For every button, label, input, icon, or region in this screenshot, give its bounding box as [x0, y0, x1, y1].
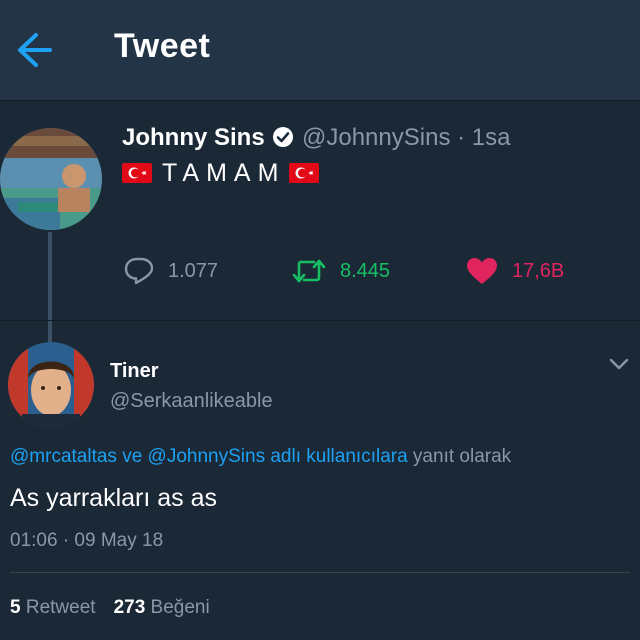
parent-tweet-word: TAMAM: [162, 158, 286, 187]
retweet-stat-label: Retweet: [20, 597, 96, 618]
author-handle[interactable]: @Serkaanlikeable: [110, 390, 273, 413]
tweet-timestamp: 01:06 · 09 May 18: [10, 530, 164, 551]
parent-author-handle[interactable]: @JohnnySins · 1sa: [302, 124, 510, 152]
mention-joiner[interactable]: ve: [117, 446, 148, 467]
retweet-stat[interactable]: 5 Retweet: [10, 597, 96, 618]
tweet-text: As yarrakları as as: [10, 484, 218, 512]
mention-suffix[interactable]: adlı kullanıcılara: [265, 446, 407, 467]
chevron-down-icon[interactable]: [608, 356, 630, 372]
retweet-icon: [292, 259, 326, 283]
retweet-button[interactable]: 8.445: [292, 256, 390, 286]
parent-avatar[interactable]: [0, 128, 102, 230]
reply-count: 1.077: [168, 259, 219, 282]
tweet-stats: 5 Retweet 273 Beğeni: [10, 597, 210, 619]
mention-johnnysins[interactable]: @JohnnySins: [148, 446, 266, 467]
back-arrow-icon[interactable]: [14, 30, 54, 70]
divider: [0, 320, 640, 321]
mention-mrcataltas[interactable]: @mrcataltas: [10, 446, 117, 467]
turkish-flag-icon: [289, 163, 320, 183]
divider: [10, 572, 630, 573]
replying-to-tail: yanıt olarak: [407, 446, 512, 467]
verified-icon: [272, 126, 294, 148]
retweet-count: 8.445: [340, 259, 391, 282]
reply-icon: [124, 257, 154, 285]
like-button[interactable]: 17,6B: [466, 256, 564, 286]
retweet-stat-count: 5: [10, 597, 21, 618]
author-name[interactable]: Tiner: [110, 360, 159, 383]
replying-to-line: @mrcataltas ve @JohnnySins adlı kullanıc…: [10, 446, 511, 468]
like-stat[interactable]: 273 Beğeni: [114, 597, 210, 618]
like-stat-label: Beğeni: [145, 597, 210, 618]
heart-icon: [467, 258, 497, 284]
page-title: Tweet: [114, 27, 211, 65]
author-avatar[interactable]: [8, 342, 94, 428]
like-stat-count: 273: [113, 597, 146, 618]
top-bar: Tweet: [0, 0, 640, 101]
turkish-flag-icon: [122, 163, 152, 183]
parent-tweet-text: TAMAM: [122, 158, 320, 188]
reply-button[interactable]: 1.077: [124, 256, 218, 286]
parent-author-name[interactable]: Johnny Sins: [122, 124, 265, 152]
like-count: 17,6B: [512, 259, 565, 282]
thread-line: [48, 232, 52, 342]
